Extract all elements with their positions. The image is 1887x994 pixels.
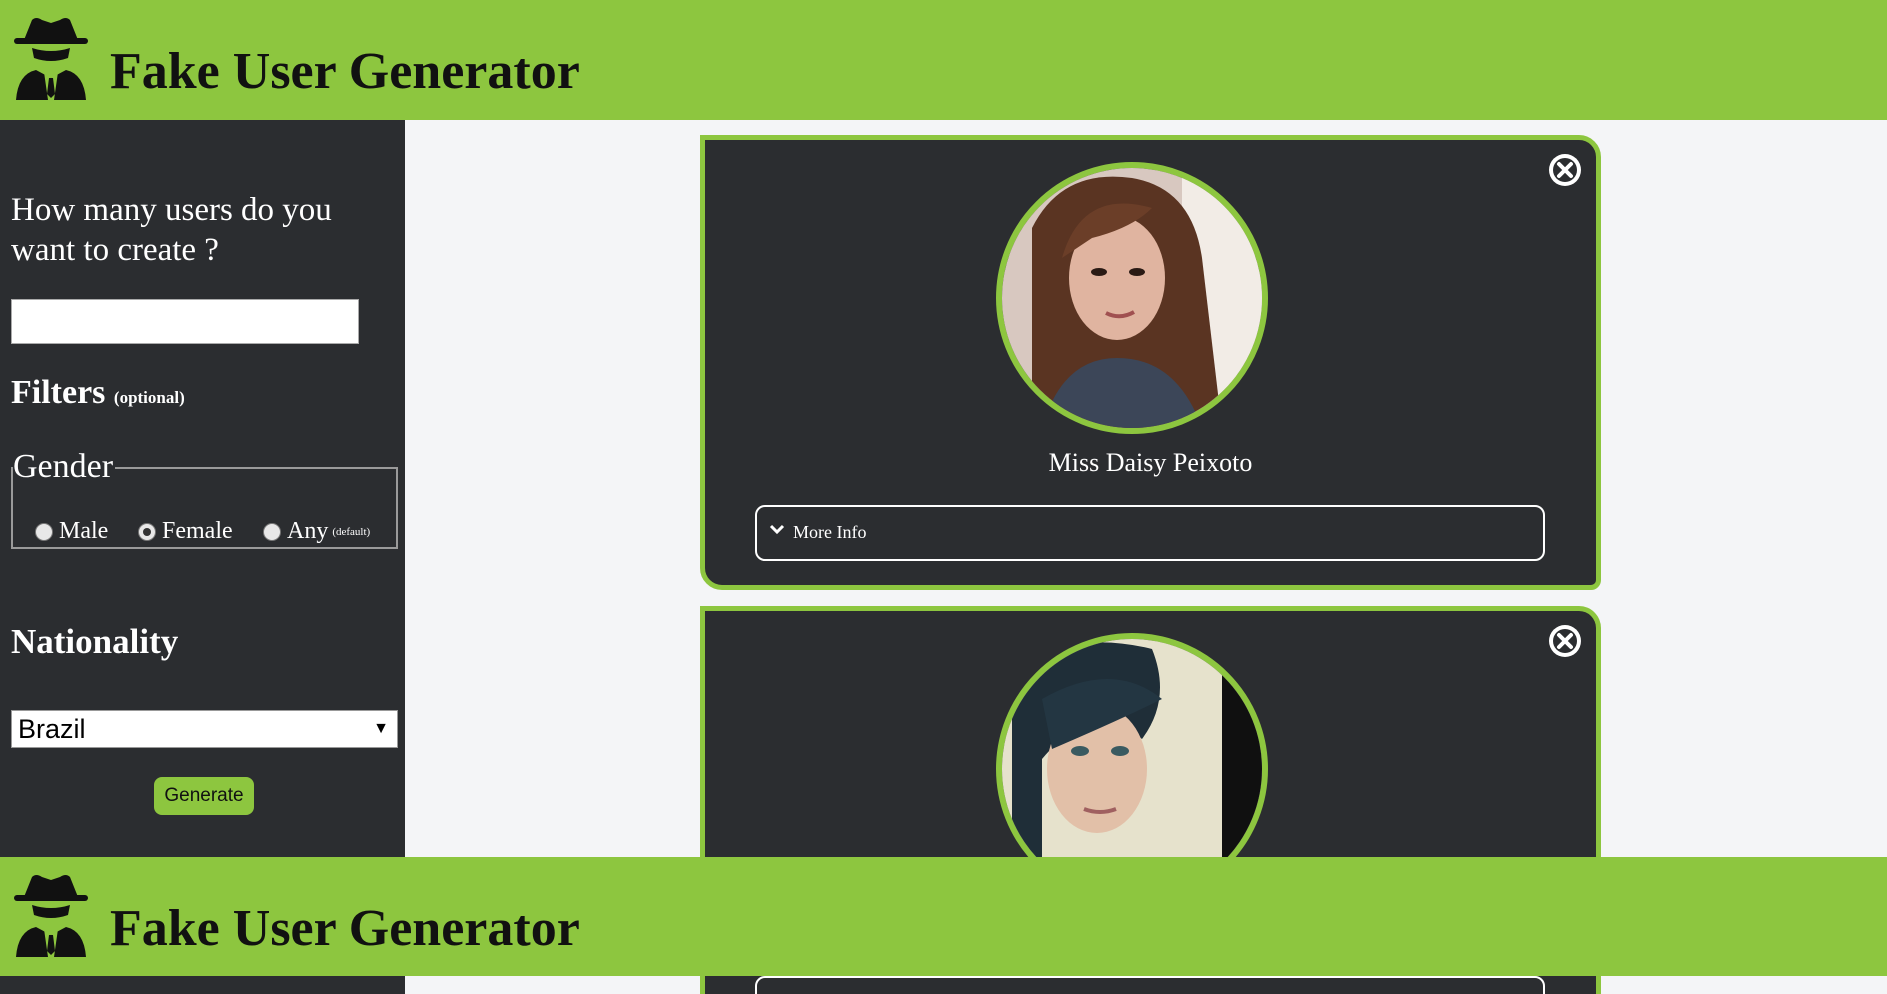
- radio-any[interactable]: [263, 522, 281, 541]
- radio-label-female: Female: [162, 518, 233, 544]
- user-card: Miss Daisy Peixoto More Info: [700, 135, 1601, 590]
- app-header: Fake User Generator: [0, 0, 1887, 120]
- user-card: [700, 606, 1601, 857]
- user-count-input[interactable]: [11, 299, 359, 344]
- sidebar-repeat: [0, 976, 405, 994]
- generate-button[interactable]: Generate: [154, 777, 254, 815]
- more-info-toggle[interactable]: More Info: [755, 505, 1545, 561]
- filters-title: Filters: [11, 374, 106, 411]
- user-card-tail: [700, 976, 1601, 994]
- more-info-toggle[interactable]: [755, 976, 1545, 994]
- app-header-repeat: Fake User Generator: [0, 857, 1887, 976]
- radio-male[interactable]: [35, 522, 53, 541]
- filters-note: (optional): [113, 388, 185, 407]
- chevron-down-icon: [769, 524, 785, 535]
- avatar: [996, 162, 1268, 434]
- nationality-heading: Nationality: [11, 622, 179, 661]
- nationality-value: Brazil: [18, 714, 86, 744]
- radio-note-any: (default): [332, 525, 371, 538]
- app-title: Fake User Generator: [110, 900, 580, 957]
- sidebar: How many users do you want to create ? F…: [0, 120, 405, 857]
- gender-option-male[interactable]: Male: [35, 518, 108, 545]
- more-info-label: More Info: [793, 522, 867, 542]
- user-count-question: How many users do you want to create ?: [11, 192, 332, 268]
- gender-legend: Gender: [13, 448, 116, 486]
- filters-heading: Filters (optional): [11, 374, 185, 412]
- avatar: [996, 633, 1268, 857]
- nationality-select[interactable]: Brazil ▼: [11, 710, 398, 748]
- gender-option-any[interactable]: Any (default): [263, 518, 370, 545]
- app-title: Fake User Generator: [110, 43, 580, 100]
- dropdown-arrow-icon: ▼: [373, 720, 389, 737]
- radio-label-male: Male: [59, 518, 109, 544]
- radio-female[interactable]: [138, 522, 156, 541]
- gender-option-female[interactable]: Female: [138, 518, 233, 545]
- spy-icon: [14, 875, 88, 957]
- close-circle-icon[interactable]: [1546, 622, 1584, 660]
- user-name: Miss Daisy Peixoto: [1048, 448, 1253, 477]
- spy-icon: [14, 18, 88, 100]
- close-circle-icon[interactable]: [1546, 151, 1584, 189]
- radio-label-any: Any: [287, 518, 329, 544]
